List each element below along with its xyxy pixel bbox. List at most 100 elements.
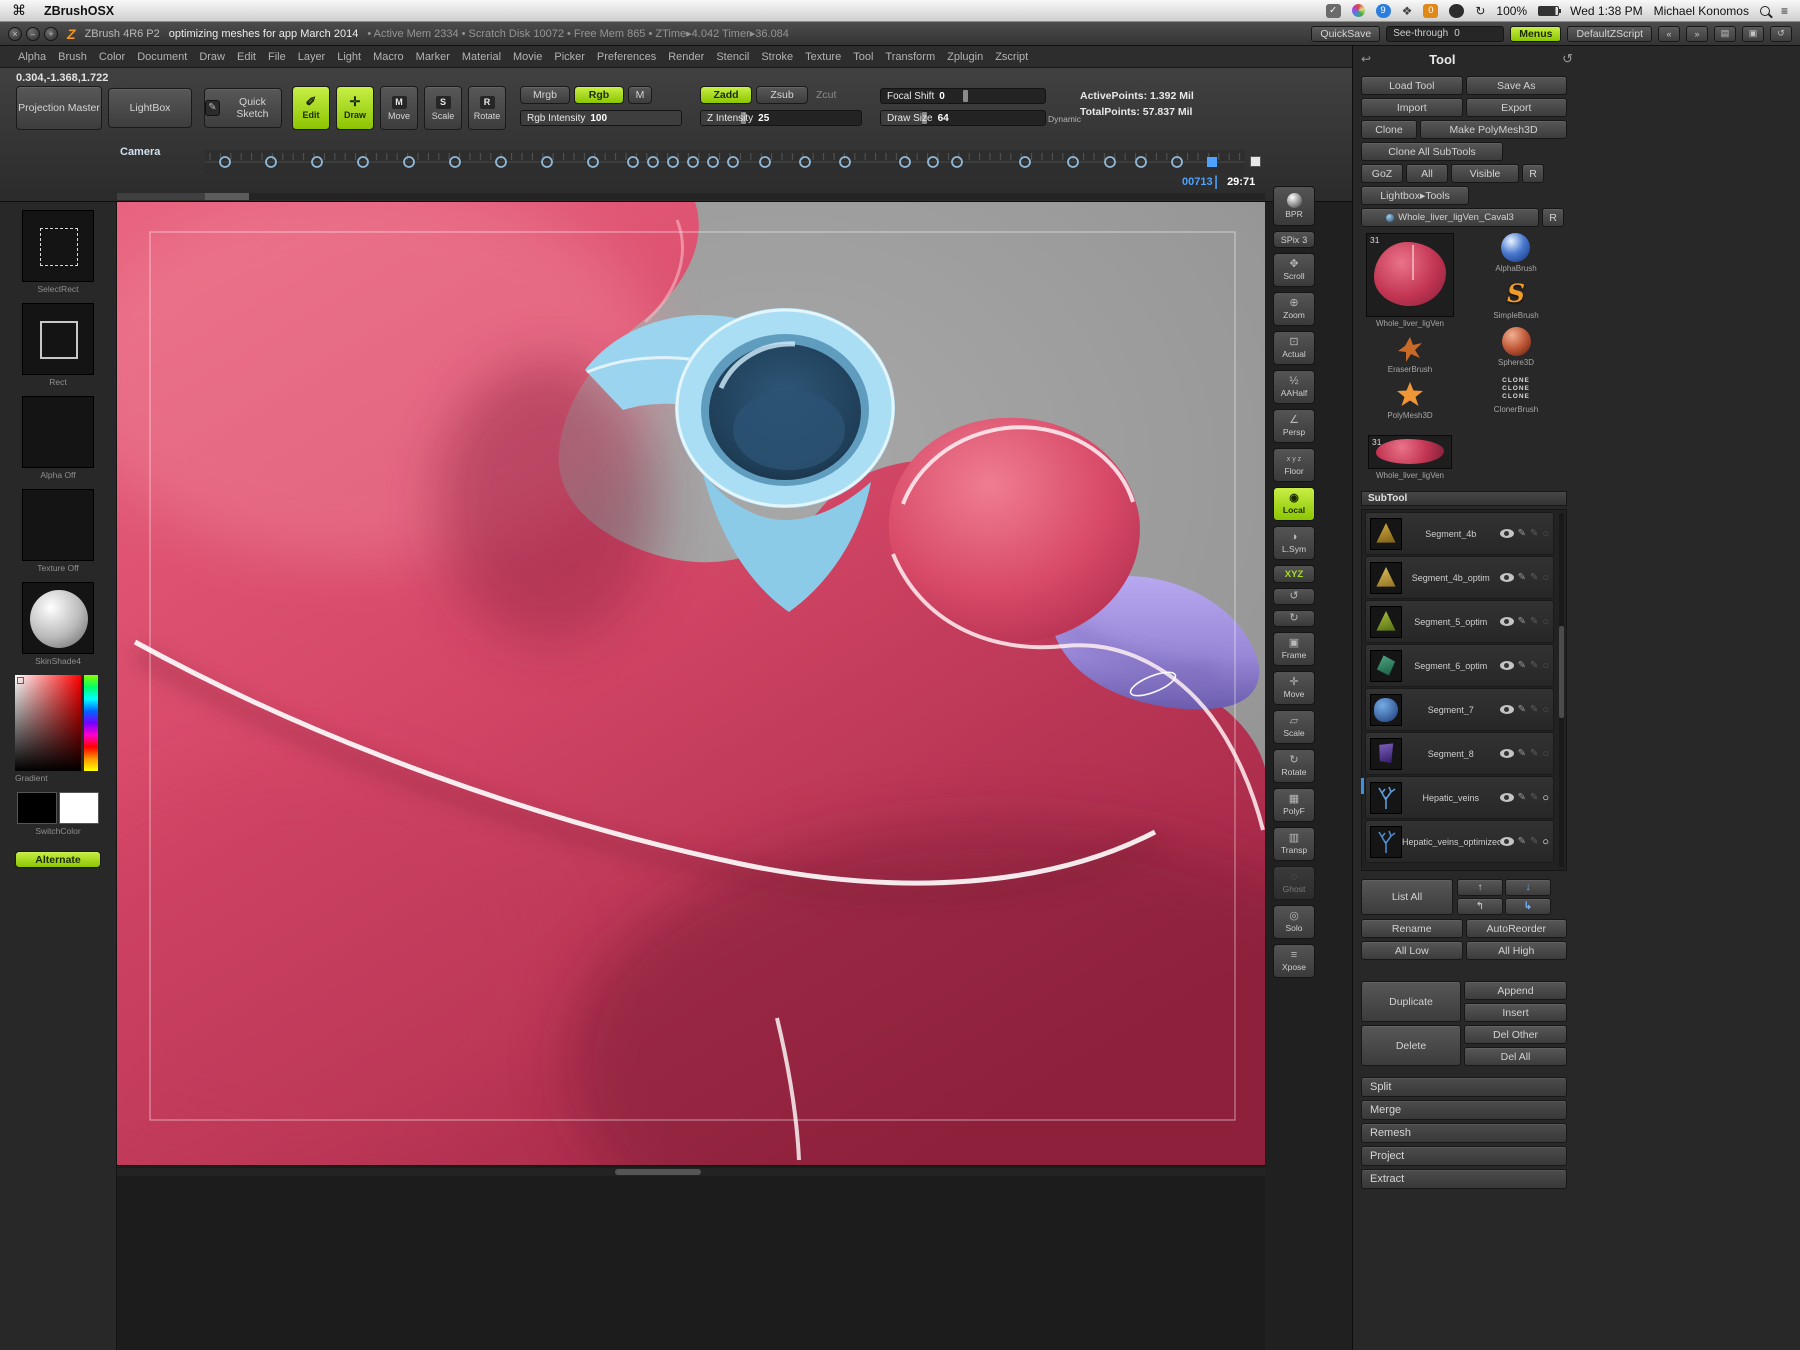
focal-shift-slider[interactable]: Focal Shift 0: [880, 88, 1046, 104]
bpr-button[interactable]: BPR: [1273, 186, 1315, 226]
spotlight-search-icon[interactable]: [1759, 5, 1770, 16]
subtool-row[interactable]: Segment_8 ✎ ✎ ○: [1365, 732, 1554, 775]
subtool-row[interactable]: Segment_6_optim ✎ ✎ ○: [1365, 644, 1554, 687]
uv-icon[interactable]: ✎: [1530, 572, 1538, 583]
polypaint-icon[interactable]: ✎: [1518, 748, 1526, 759]
mrgb-button[interactable]: Mrgb: [520, 86, 570, 104]
menu-item[interactable]: Picker: [548, 49, 591, 65]
dark-status-icon[interactable]: [1449, 3, 1465, 18]
paste-doc-icon[interactable]: ▣: [1742, 25, 1764, 42]
menu-item[interactable]: Movie: [507, 49, 548, 65]
polypaint-icon[interactable]: ✎: [1518, 836, 1526, 847]
xyz-button[interactable]: XYZ: [1273, 565, 1315, 583]
subtool-row[interactable]: Segment_7 ✎ ✎ ○: [1365, 688, 1554, 731]
eye-icon[interactable]: [1499, 749, 1514, 758]
menu-item[interactable]: Light: [331, 49, 367, 65]
subtool-move-up-button[interactable]: ↰: [1457, 898, 1503, 915]
menu-item[interactable]: Color: [93, 49, 131, 65]
menu-item[interactable]: Transform: [879, 49, 941, 65]
sync-icon[interactable]: ↻: [1475, 4, 1485, 18]
floor-button[interactable]: x y z Floor: [1273, 448, 1315, 482]
menu-item[interactable]: Macro: [367, 49, 410, 65]
polypaint-icon[interactable]: ✎: [1518, 528, 1526, 539]
local-button[interactable]: ◉ Local: [1273, 487, 1315, 521]
apple-menu-icon[interactable]: ⌘: [12, 2, 26, 19]
rotate-mode-button[interactable]: R Rotate: [468, 86, 506, 130]
clone-all-subtools-button[interactable]: Clone All SubTools: [1361, 142, 1503, 161]
alpha-thumbnail[interactable]: [22, 396, 94, 468]
eye-icon[interactable]: [1499, 661, 1514, 670]
subtool-row[interactable]: Segment_5_optim ✎ ✎ ○: [1365, 600, 1554, 643]
actual-button[interactable]: ⊡ Actual: [1273, 331, 1315, 365]
eye-icon[interactable]: [1499, 529, 1514, 538]
zadd-button[interactable]: Zadd: [700, 86, 752, 104]
menu-item[interactable]: Marker: [410, 49, 456, 65]
persp-button[interactable]: ∠ Persp: [1273, 409, 1315, 443]
timeline-track[interactable]: [205, 150, 1245, 174]
tool-slot[interactable]: S SimpleBrush: [1493, 280, 1538, 327]
subtool-row[interactable]: Hepatic_veins ✎ ✎ ○: [1365, 776, 1554, 819]
switchcolor-label[interactable]: SwitchColor: [35, 826, 80, 836]
menu-item[interactable]: Stroke: [755, 49, 799, 65]
switch-color[interactable]: SwitchColor: [17, 792, 99, 836]
current-tool-button[interactable]: Whole_liver_ligVen_Caval3: [1361, 208, 1539, 227]
eye-icon[interactable]: [1499, 705, 1514, 714]
insert-button[interactable]: Insert: [1464, 1003, 1567, 1022]
z-intensity-slider[interactable]: Z Intensity 25: [700, 110, 862, 126]
load-tool-button[interactable]: Load Tool: [1361, 76, 1463, 95]
uv-icon[interactable]: ✎: [1530, 704, 1538, 715]
eye-icon[interactable]: [1499, 793, 1514, 802]
polypaint-icon[interactable]: ✎: [1518, 704, 1526, 715]
save-as-button[interactable]: Save As: [1465, 76, 1567, 95]
utility-status-icon[interactable]: ❖: [1402, 4, 1413, 18]
merge-section-header[interactable]: Merge: [1361, 1100, 1567, 1120]
subtool-row[interactable]: Hepatic_veins_optimized_3 ✎ ✎ ○: [1365, 820, 1554, 863]
spin-right-button[interactable]: ↻: [1273, 610, 1315, 627]
render-icon[interactable]: ○: [1542, 660, 1549, 672]
scroll-button[interactable]: ✥ Scroll: [1273, 253, 1315, 287]
menu-item[interactable]: Preferences: [591, 49, 662, 65]
lightbox-tools-button[interactable]: Lightbox▸Tools: [1361, 186, 1469, 205]
menu-item[interactable]: Material: [456, 49, 507, 65]
render-icon[interactable]: ○: [1542, 616, 1549, 628]
subtool-up-button[interactable]: ↑: [1457, 879, 1503, 896]
tool-slot[interactable]: PolyMesh3D: [1387, 381, 1433, 427]
orange-badge-icon[interactable]: 0: [1423, 3, 1439, 18]
eye-icon[interactable]: [1499, 837, 1514, 846]
lsym-button[interactable]: ◑ L.Sym: [1273, 526, 1315, 560]
creative-cloud-icon[interactable]: [1351, 4, 1365, 17]
render-icon[interactable]: ○: [1542, 528, 1549, 540]
rgb-button[interactable]: Rgb: [574, 86, 624, 104]
draw-size-slider[interactable]: Draw Size 64: [880, 110, 1046, 126]
uv-icon[interactable]: ✎: [1530, 792, 1538, 803]
uv-icon[interactable]: ✎: [1530, 836, 1538, 847]
material-thumbnail[interactable]: [22, 582, 94, 654]
viewport-3d[interactable]: [117, 202, 1265, 1165]
stroke-thumbnail[interactable]: [22, 210, 94, 282]
menu-item[interactable]: Tool: [847, 49, 879, 65]
xpose-button[interactable]: ≡ Xpose: [1273, 944, 1315, 978]
frame-button[interactable]: ▣ Frame: [1273, 632, 1315, 666]
hue-strip[interactable]: [84, 675, 98, 771]
menubar-user[interactable]: Michael Konomos: [1654, 4, 1749, 18]
app-menu-title[interactable]: ZBrushOSX: [44, 4, 114, 18]
rename-button[interactable]: Rename: [1361, 919, 1463, 938]
slider-handle[interactable]: [963, 90, 968, 102]
zoom-button[interactable]: ⊕ Zoom: [1273, 292, 1315, 326]
canvas-bottom-scrollbar[interactable]: [117, 1168, 1265, 1176]
rotate-view-button[interactable]: ↻ Rotate: [1273, 749, 1315, 783]
polyf-button[interactable]: ▦ PolyF: [1273, 788, 1315, 822]
menubar-clock[interactable]: Wed 1:38 PM: [1570, 4, 1642, 18]
scale-mode-button[interactable]: S Scale: [424, 86, 462, 130]
spin-left-button[interactable]: ↺: [1273, 588, 1315, 605]
tool-slot[interactable]: AlphaBrush: [1495, 233, 1537, 280]
notification-badge-icon[interactable]: 9: [1375, 3, 1391, 18]
uv-icon[interactable]: ✎: [1530, 660, 1538, 671]
menu-item[interactable]: Edit: [231, 49, 262, 65]
zoom-window-icon[interactable]: +: [44, 26, 58, 41]
recent-tool-thumbnail[interactable]: 31: [1368, 435, 1452, 469]
project-section-header[interactable]: Project: [1361, 1146, 1567, 1166]
tool-slot[interactable]: Sphere3D: [1498, 327, 1534, 374]
texture-thumbnail[interactable]: [22, 489, 94, 561]
subtool-section-header[interactable]: SubTool: [1361, 491, 1567, 506]
